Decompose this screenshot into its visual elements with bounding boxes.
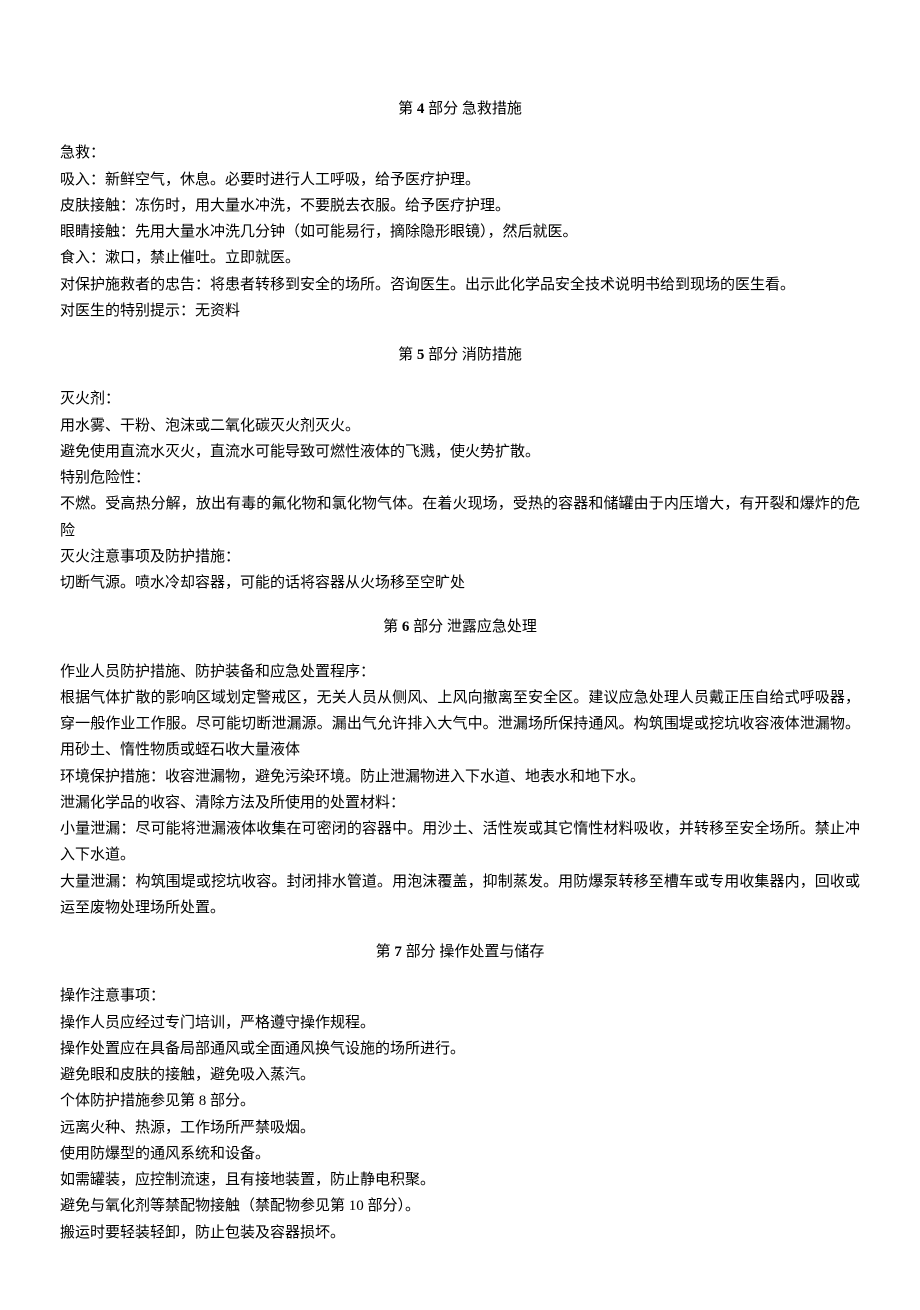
section6-p6: 大量泄漏：构筑围堤或挖坑收容。封闭排水管道。用泡沫覆盖，抑制蒸发。用防爆泵转移至… xyxy=(60,869,860,922)
section7-p10: 搬运时要轻装轻卸，防止包装及容器损坏。 xyxy=(60,1220,860,1246)
section5-p3: 避免使用直流水灭火，直流水可能导致可燃性液体的飞溅，使火势扩散。 xyxy=(60,439,860,465)
section7-p1: 操作注意事项： xyxy=(60,983,860,1009)
section4-title-post: 部分 急救措施 xyxy=(424,101,522,117)
section5-p1: 灭火剂： xyxy=(60,386,860,412)
section4-p3: 皮肤接触：冻伤时，用大量水冲洗，不要脱去衣服。给予医疗护理。 xyxy=(60,193,860,219)
section7-p5: 个体防护措施参见第 8 部分。 xyxy=(60,1088,860,1114)
section7-p6: 远离火种、热源，工作场所严禁吸烟。 xyxy=(60,1115,860,1141)
section5-title-pre: 第 xyxy=(398,347,417,363)
section7-title-pre: 第 xyxy=(376,944,395,960)
section4-p5: 食入：漱口，禁止催吐。立即就医。 xyxy=(60,245,860,271)
section7-p2: 操作人员应经过专门培训，严格遵守操作规程。 xyxy=(60,1010,860,1036)
section5-p6: 灭火注意事项及防护措施： xyxy=(60,544,860,570)
section5-p4: 特别危险性： xyxy=(60,465,860,491)
section4-p1: 急救： xyxy=(60,140,860,166)
section7-body: 操作注意事项： 操作人员应经过专门培训，严格遵守操作规程。 操作处置应在具备局部… xyxy=(60,983,860,1246)
section6-p2: 根据气体扩散的影响区域划定警戒区，无关人员从侧风、上风向撤离至安全区。建议应急处… xyxy=(60,685,860,764)
section6-p1: 作业人员防护措施、防护装备和应急处置程序： xyxy=(60,659,860,685)
section6-p5: 小量泄漏：尽可能将泄漏液体收集在可密闭的容器中。用沙土、活性炭或其它惰性材料吸收… xyxy=(60,816,860,869)
section5-p7: 切断气源。喷水冷却容器，可能的话将容器从火场移至空旷处 xyxy=(60,570,860,596)
section6-p4: 泄漏化学品的收容、清除方法及所使用的处置材料： xyxy=(60,790,860,816)
section4-p2: 吸入：新鲜空气，休息。必要时进行人工呼吸，给予医疗护理。 xyxy=(60,167,860,193)
section6-body: 作业人员防护措施、防护装备和应急处置程序： 根据气体扩散的影响区域划定警戒区，无… xyxy=(60,659,860,922)
section5-p2: 用水雾、干粉、泡沫或二氧化碳灭火剂灭火。 xyxy=(60,413,860,439)
section4-p7: 对医生的特别提示：无资料 xyxy=(60,298,860,324)
section7-p9: 避免与氧化剂等禁配物接触（禁配物参见第 10 部分）。 xyxy=(60,1193,860,1219)
section7-p7: 使用防爆型的通风系统和设备。 xyxy=(60,1141,860,1167)
section5-title-post: 部分 消防措施 xyxy=(424,347,522,363)
section4-title: 第 4 部分 急救措施 xyxy=(60,96,860,122)
section5-title: 第 5 部分 消防措施 xyxy=(60,342,860,368)
section4-body: 急救： 吸入：新鲜空气，休息。必要时进行人工呼吸，给予医疗护理。 皮肤接触：冻伤… xyxy=(60,140,860,324)
section6-p3: 环境保护措施：收容泄漏物，避免污染环境。防止泄漏物进入下水道、地表水和地下水。 xyxy=(60,764,860,790)
section7-p3: 操作处置应在具备局部通风或全面通风换气设施的场所进行。 xyxy=(60,1036,860,1062)
section7-title: 第 7 部分 操作处置与储存 xyxy=(60,939,860,965)
section4-p4: 眼睛接触：先用大量水冲洗几分钟（如可能易行，摘除隐形眼镜），然后就医。 xyxy=(60,219,860,245)
section6-title: 第 6 部分 泄露应急处理 xyxy=(60,614,860,640)
section6-title-post: 部分 泄露应急处理 xyxy=(409,619,537,635)
section5-body: 灭火剂： 用水雾、干粉、泡沫或二氧化碳灭火剂灭火。 避免使用直流水灭火，直流水可… xyxy=(60,386,860,596)
section6-title-pre: 第 xyxy=(383,619,402,635)
section7-p8: 如需罐装，应控制流速，且有接地装置，防止静电积聚。 xyxy=(60,1167,860,1193)
section7-p4: 避免眼和皮肤的接触，避免吸入蒸汽。 xyxy=(60,1062,860,1088)
section4-title-pre: 第 xyxy=(398,101,417,117)
section7-title-post: 部分 操作处置与储存 xyxy=(402,944,545,960)
section4-p6: 对保护施救者的忠告：将患者转移到安全的场所。咨询医生。出示此化学品安全技术说明书… xyxy=(60,272,860,298)
section7-title-num: 7 xyxy=(394,944,402,960)
section5-p5: 不燃。受高热分解，放出有毒的氟化物和氯化物气体。在着火现场，受热的容器和储罐由于… xyxy=(60,491,860,544)
